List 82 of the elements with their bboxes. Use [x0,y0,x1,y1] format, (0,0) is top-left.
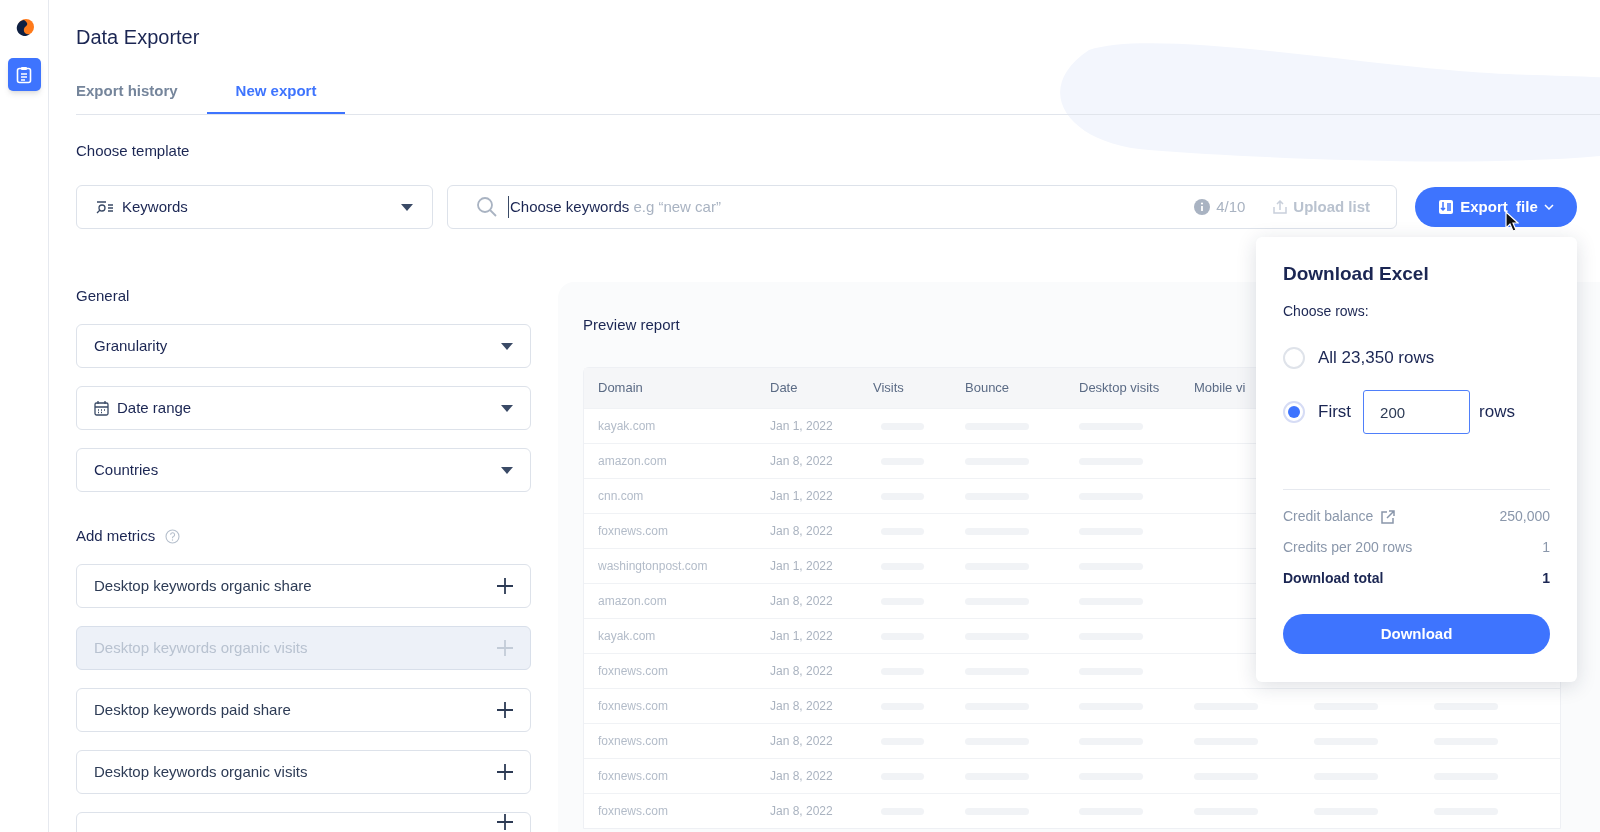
metric-item[interactable]: Desktop keywords paid share [76,688,531,732]
sidebar-item[interactable] [7,58,41,91]
plus-icon [497,764,513,780]
plus-icon [497,814,513,830]
table-cell-text: Jan 1, 2022 [770,418,834,435]
upload-icon [1273,200,1288,214]
caret-icon [501,342,513,350]
option-label: All 23,350 rows [1318,347,1435,370]
plus-icon [497,640,513,656]
section-label: Add metrics [76,526,156,546]
table-cell-text: cnn.com [598,488,645,505]
keyword-counter: 4/10 [1216,196,1246,217]
filter-dropdown[interactable]: Date range [76,386,531,430]
table-cell-text: foxnews.com [598,523,670,540]
column-header: Mobile vi [1194,379,1246,398]
summary-value: 250,000 [1499,507,1550,526]
column-header: Date [770,379,799,398]
table-cell-text: foxnews.com [598,733,670,750]
table-cell-text: kayak.com [598,628,657,645]
caret-icon [501,404,513,412]
table-cell-text: foxnews.com [598,698,670,715]
field-label: Choose rows: [1283,302,1370,321]
table-cell-text: washingtonpost.com [598,558,709,575]
table-cell-text: Jan 8, 2022 [770,523,834,540]
table-cell-text: Jan 8, 2022 [770,768,834,785]
table-cell-text: Jan 1, 2022 [770,558,834,575]
export-button[interactable]: Export file [1415,187,1577,227]
caret-icon [401,203,413,211]
table-cell-text: Jan 8, 2022 [770,663,834,680]
dropdown-value: Keywords [122,196,189,217]
tab[interactable]: Export history [76,70,207,114]
filter-dropdown[interactable]: Granularity [76,324,531,368]
external-link-icon [1381,509,1396,524]
table-cell-text: foxnews.com [598,803,670,820]
metric-item[interactable]: Desktop keywords organic share [76,564,531,608]
table-cell-text: amazon.com [598,593,668,610]
caret-icon [501,466,513,474]
summary-label: Credit balance [1283,507,1374,526]
clipboard-icon [16,65,32,84]
radio-button[interactable] [1283,347,1305,369]
section-label: General [76,286,131,306]
table-cell-text: Jan 8, 2022 [770,803,834,820]
section-label: Choose template [76,141,191,161]
column-header: Bounce [965,379,1011,398]
template-dropdown[interactable]: Keywords [76,185,433,229]
chevron-down-icon [1543,204,1554,210]
table-cell-text: Jan 1, 2022 [770,488,834,505]
info-icon [1194,199,1211,215]
radio-button[interactable] [1283,401,1305,423]
help-icon [165,528,181,544]
table-cell-text: foxnews.com [598,663,670,680]
excel-file-icon [1438,199,1455,215]
column-header: Desktop visits [1079,379,1161,398]
option-label: First [1318,401,1352,424]
summary-label: Download total [1283,569,1384,588]
table-cell-text: amazon.com [598,453,668,470]
popup-title: Download Excel [1283,262,1430,286]
calendar-icon [94,400,109,416]
summary-label: Credits per 200 rows [1283,538,1413,557]
column-header: Visits [873,379,905,398]
table-cell-text: foxnews.com [598,768,670,785]
table-cell-text: Jan 8, 2022 [770,733,834,750]
summary-value: 1 [1542,569,1550,588]
filter-dropdown[interactable]: Countries [76,448,531,492]
table-cell-text: Jan 1, 2022 [770,628,834,645]
plus-icon [497,578,513,594]
metric-item[interactable]: Desktop keywords organic visits [76,750,531,794]
table-cell-text: Jan 8, 2022 [770,698,834,715]
keyword-list-icon [96,200,114,214]
rows-input[interactable]: 200 [1363,390,1471,434]
summary-value: 1 [1542,538,1550,557]
download-button[interactable]: Download [1283,614,1550,654]
tab[interactable]: New export [207,70,345,114]
table-cell-text: kayak.com [598,418,657,435]
column-header: Domain [598,379,644,398]
page-title: Data Exporter [76,25,201,50]
search-icon [476,196,498,218]
table-cell-text: Jan 8, 2022 [770,453,834,470]
option-label: rows [1479,401,1515,424]
table-cell-text: Jan 8, 2022 [770,593,834,610]
panel-title: Preview report [583,315,680,335]
plus-icon [497,702,513,718]
